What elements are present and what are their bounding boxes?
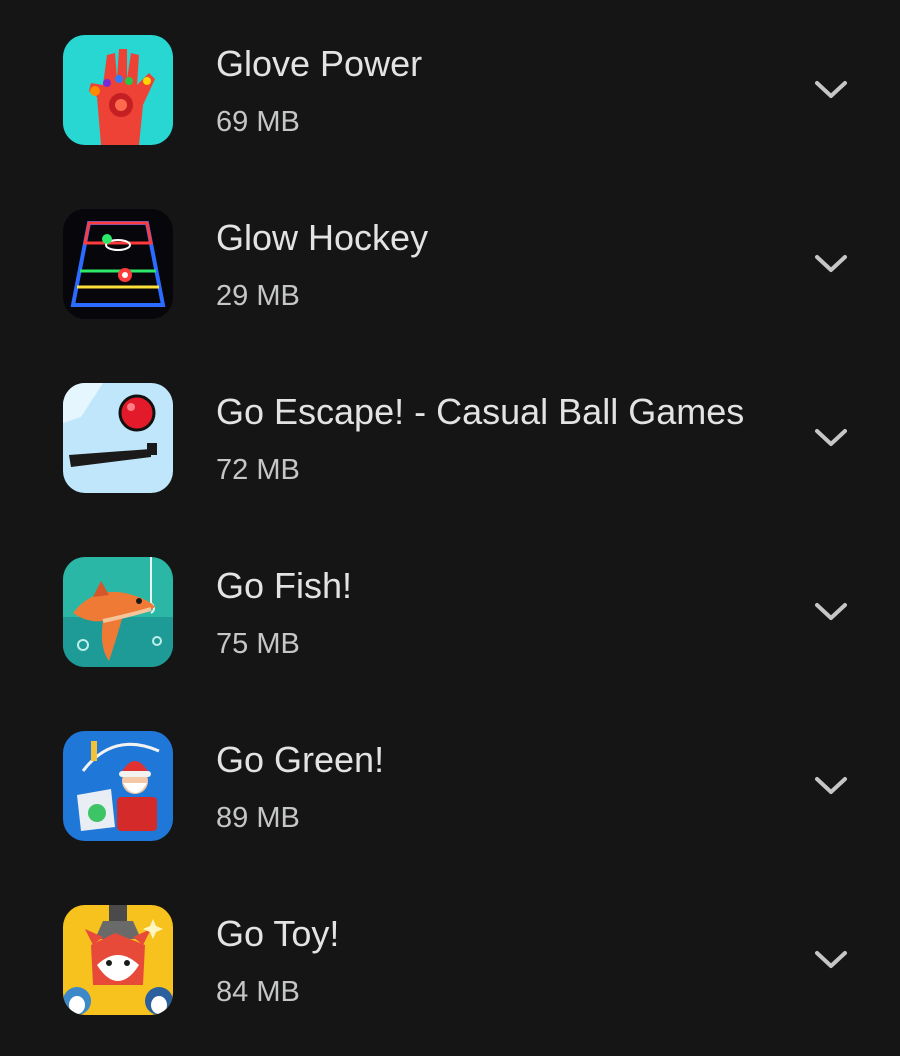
app-size: 84 MB (216, 976, 300, 1008)
app-size: 29 MB (216, 280, 300, 312)
list-item[interactable]: Glow Hockey 29 MB (0, 174, 900, 348)
go-escape-icon (63, 383, 173, 493)
app-name: Glove Power (216, 43, 423, 84)
expand-button[interactable] (806, 764, 856, 808)
go-toy-icon (63, 905, 173, 1015)
expand-button[interactable] (806, 590, 856, 634)
app-name: Glow Hockey (216, 217, 429, 258)
app-name: Go Fish! (216, 565, 353, 606)
list-item[interactable]: Go Green! 89 MB (0, 696, 900, 870)
glove-power-icon (63, 35, 173, 145)
app-size: 75 MB (216, 628, 300, 660)
expand-button[interactable] (806, 242, 856, 286)
chevron-down-icon (815, 777, 847, 794)
app-name: Go Toy! (216, 913, 340, 954)
go-green-icon (63, 731, 173, 841)
glow-hockey-icon (63, 209, 173, 319)
expand-button[interactable] (806, 938, 856, 982)
chevron-down-icon (815, 429, 847, 446)
go-fish-icon (63, 557, 173, 667)
app-size: 89 MB (216, 802, 300, 834)
expand-button[interactable] (806, 68, 856, 112)
list-item[interactable]: Go Toy! 84 MB (0, 870, 900, 1044)
app-name: Go Green! (216, 739, 385, 780)
list-item[interactable]: Go Fish! 75 MB (0, 522, 900, 696)
expand-button[interactable] (806, 416, 856, 460)
list-item[interactable]: Go Escape! - Casual Ball Games 72 MB (0, 348, 900, 522)
app-size: 69 MB (216, 106, 300, 138)
chevron-down-icon (815, 255, 847, 272)
chevron-down-icon (815, 603, 847, 620)
chevron-down-icon (815, 951, 847, 968)
app-size: 72 MB (216, 454, 300, 486)
app-list: Glove Power 69 MB Glow Hockey 29 MB Go E… (0, 0, 900, 1056)
chevron-down-icon (815, 81, 847, 98)
list-item[interactable]: Glove Power 69 MB (0, 0, 900, 174)
app-name: Go Escape! - Casual Ball Games (216, 391, 745, 432)
